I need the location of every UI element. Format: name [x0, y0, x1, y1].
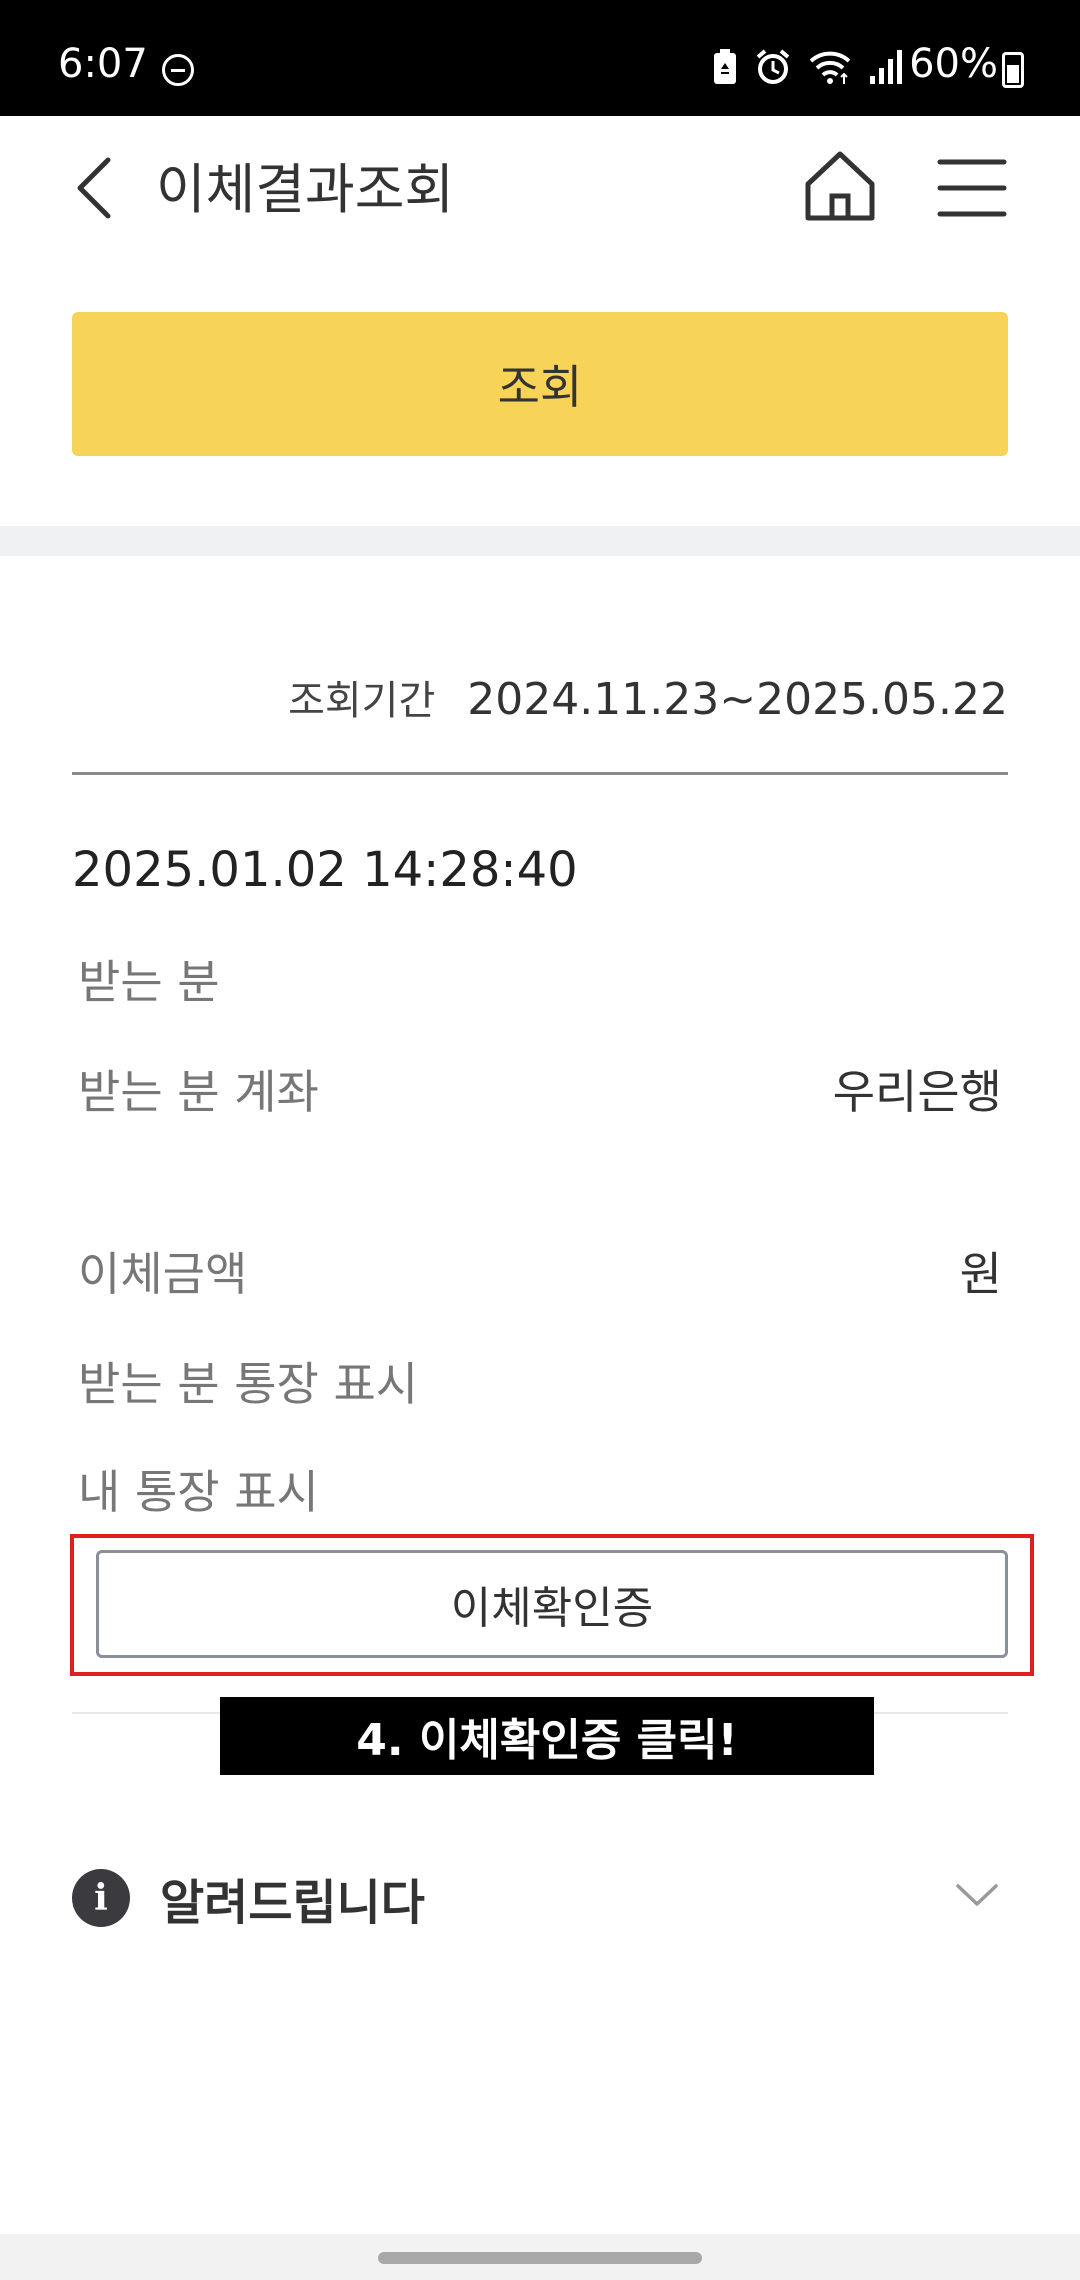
transfer-confirmation-button[interactable]: 이체확인증	[96, 1550, 1008, 1658]
detail-row-amount: 이체금액 원	[78, 1238, 1002, 1304]
home-icon	[805, 151, 875, 221]
detail-label: 받는 분 통장 표시	[78, 1357, 419, 1411]
back-arrow-icon	[77, 157, 111, 219]
notice-title: 알려드립니다	[160, 1875, 425, 1931]
detail-value: 우리은행	[832, 1065, 1002, 1119]
period-divider	[72, 772, 1008, 775]
battery-saver-icon	[714, 49, 736, 84]
chevron-down-icon	[956, 1884, 998, 1906]
battery-percent: 60%	[909, 41, 998, 87]
detail-value: 원	[959, 1247, 1002, 1301]
detail-row-recipient-account: 받는 분 계좌 우리은행	[78, 1056, 1002, 1122]
detail-label: 받는 분 계좌	[78, 1065, 319, 1119]
signal-icon	[870, 50, 902, 84]
alarm-icon	[756, 49, 790, 84]
transaction-datetime: 2025.01.02 14:28:40	[72, 842, 578, 898]
section-divider	[0, 526, 1080, 556]
wifi-icon	[809, 51, 851, 84]
status-icons	[712, 48, 904, 86]
detail-row-recipient-memo: 받는 분 통장 표시	[78, 1348, 1002, 1414]
notice-row[interactable]: i 알려드립니다	[72, 1866, 1008, 1931]
do-not-disturb-icon	[162, 54, 194, 86]
page-title: 이체결과조회	[156, 158, 455, 221]
menu-button[interactable]	[936, 152, 1008, 224]
info-icon: i	[72, 1869, 130, 1927]
status-bar: 6:07 60%	[0, 0, 1080, 116]
detail-label: 받는 분	[78, 955, 220, 1009]
detail-row-recipient: 받는 분	[78, 946, 1002, 1012]
app-header: 이체결과조회	[0, 116, 1080, 260]
battery-icon	[1002, 52, 1024, 88]
period-label: 조회기간	[288, 678, 436, 724]
detail-label: 내 통장 표시	[78, 1465, 319, 1519]
detail-row-my-memo: 내 통장 표시	[78, 1456, 1002, 1522]
home-gesture-handle[interactable]	[378, 2252, 702, 2264]
home-button[interactable]	[800, 146, 880, 226]
back-button[interactable]	[64, 152, 128, 224]
period-value: 2024.11.23~2025.05.22	[467, 674, 1008, 725]
detail-label: 이체금액	[78, 1247, 248, 1301]
tutorial-caption: 4. 이체확인증 클릭!	[220, 1697, 874, 1775]
search-button[interactable]: 조회	[72, 312, 1008, 456]
menu-icon	[937, 159, 1007, 217]
period-row: 조회기간 2024.11.23~2025.05.22	[72, 668, 1008, 726]
status-time: 6:07	[58, 41, 148, 87]
